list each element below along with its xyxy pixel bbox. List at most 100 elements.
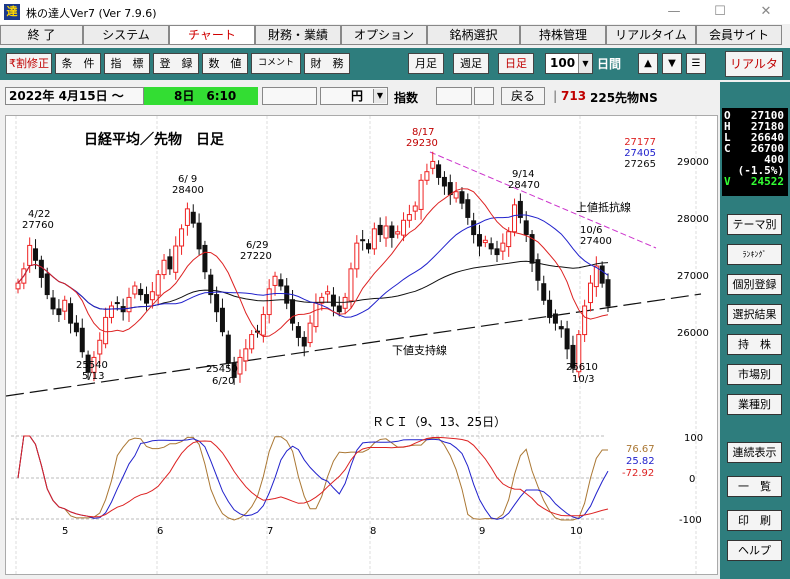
index-label: 指数 — [394, 91, 419, 105]
selection-results-button[interactable]: 選択結果 — [727, 304, 782, 325]
quote-panel: O 27100 H 27180 L 26640 C 26700 400 (-1.5%) … — [722, 108, 788, 196]
candle-body — [196, 222, 202, 250]
ranking-button[interactable]: ﾗﾝｷﾝｸﾞ — [727, 244, 782, 265]
days-value: 100 — [550, 56, 576, 70]
back-button[interactable]: 戻る — [501, 87, 545, 105]
chart-title: 日経平均／先物 日足 — [84, 131, 225, 148]
candle-body — [132, 285, 138, 295]
scroll-up-button[interactable]: ▲ — [638, 53, 658, 74]
minimize-button[interactable]: — — [651, 2, 697, 22]
candle-body — [348, 268, 354, 302]
annot-price-27400: 27400 — [580, 236, 612, 247]
candle-body — [15, 282, 21, 290]
indicator-button[interactable]: 指 標 — [104, 53, 150, 74]
candle-body — [249, 334, 255, 350]
candle-body — [360, 239, 366, 242]
print-button[interactable]: 印 刷 — [727, 510, 782, 531]
candle-body — [144, 294, 150, 304]
candle-body — [383, 225, 389, 239]
menu-options[interactable]: オプション — [341, 25, 427, 45]
candle-body — [202, 244, 208, 273]
theme-button[interactable]: テーマ別 — [727, 214, 782, 235]
candle-body — [476, 234, 482, 247]
values-button[interactable]: 数 値 — [202, 53, 248, 74]
menu-system[interactable]: システム — [83, 25, 169, 45]
menu-realtime[interactable]: リアルタイム — [606, 25, 696, 45]
candle-body — [33, 248, 39, 261]
finance-button[interactable]: 財 務 — [304, 53, 350, 74]
help-button[interactable]: ヘルプ — [727, 540, 782, 561]
info-bar: 2022年 4月15日 ～ 8日 6:10 円 ▼ 指数 戻る | 713 22… — [0, 82, 720, 108]
candle-body — [401, 219, 407, 236]
close-button[interactable]: ✕ — [743, 2, 789, 22]
candle-body — [190, 211, 196, 224]
ma-value-mid: 27405 — [624, 148, 656, 159]
candle-body — [354, 242, 360, 270]
annot-date-106: 10/6 — [580, 225, 602, 236]
ma-value-long: 27265 — [624, 159, 656, 170]
ma-value-short: 27177 — [624, 137, 656, 148]
candle-body — [541, 283, 547, 301]
split-adjust-button[interactable]: ₹割修正 — [6, 53, 52, 74]
candle-body — [500, 242, 506, 252]
list-button[interactable]: 一 覧 — [727, 476, 782, 497]
scroll-down-button[interactable]: ▼ — [662, 53, 682, 74]
candle-body — [371, 228, 377, 250]
candle-body — [284, 285, 290, 304]
currency-select[interactable]: 円 ▼ — [320, 87, 388, 105]
blank-field-3 — [474, 87, 494, 105]
candle-body — [430, 160, 436, 169]
candle-body — [336, 305, 342, 313]
menu-member-site[interactable]: 会員サイト — [696, 25, 782, 45]
candle-body — [447, 182, 453, 196]
annot-date-620: 6/20 — [212, 376, 234, 387]
candle-body — [50, 297, 56, 310]
candle-body — [582, 305, 588, 336]
weekly-button[interactable]: 週足 — [453, 53, 489, 74]
individual-register-button[interactable]: 個別登録 — [727, 274, 782, 295]
candle-body — [79, 327, 85, 353]
menu-exit[interactable]: 終 了 — [0, 25, 83, 45]
menu-list-button[interactable]: ☰ — [686, 53, 706, 74]
candle-body — [307, 322, 313, 344]
candle-body — [161, 259, 167, 276]
menu-financials[interactable]: 財務・業績 — [255, 25, 341, 45]
candle-body — [313, 302, 319, 328]
candle-body — [342, 296, 348, 309]
menu-holdings[interactable]: 持株管理 — [520, 25, 606, 45]
daily-button[interactable]: 日足 — [498, 53, 534, 74]
condition-button[interactable]: 条 件 — [55, 53, 101, 74]
candle-body — [179, 228, 185, 247]
realtime-button[interactable]: リアルタイム — [725, 51, 783, 95]
candle-body — [97, 339, 103, 355]
menu-chart[interactable]: チャート — [169, 25, 255, 45]
register-button[interactable]: 登 録 — [153, 53, 199, 74]
annot-date-513: 5/13 — [82, 371, 104, 382]
annot-price-28470: 28470 — [508, 180, 540, 191]
elapsed-time-indicator: 8日 6:10 — [144, 87, 258, 105]
candle-body — [512, 204, 518, 233]
maximize-button[interactable]: ☐ — [697, 2, 743, 22]
start-date-field[interactable]: 2022年 4月15日 ～ — [5, 87, 144, 105]
by-market-button[interactable]: 市場別 — [727, 364, 782, 385]
y-tick-29000: 29000 — [677, 157, 709, 168]
title-bar: 達 株の達人Ver7 (Ver 7.9.6) — ☐ ✕ — [0, 0, 790, 24]
candle-body — [290, 299, 296, 324]
candle-body — [564, 328, 570, 350]
holdings-button[interactable]: 持 株 — [727, 334, 782, 355]
continuous-display-button[interactable]: 連続表示 — [727, 442, 782, 463]
days-select[interactable]: 100 ▼ — [545, 53, 593, 74]
candle-body — [488, 243, 494, 250]
by-sector-button[interactable]: 業種別 — [727, 394, 782, 415]
y-tick-27000: 27000 — [677, 271, 709, 282]
x-tick-8: 8 — [370, 526, 376, 537]
candle-body — [593, 265, 599, 288]
monthly-button[interactable]: 月足 — [408, 53, 444, 74]
blank-field-2 — [436, 87, 472, 105]
menu-stock-select[interactable]: 銘柄選択 — [427, 25, 520, 45]
comment-button[interactable]: コメント — [251, 53, 301, 74]
candle-body — [295, 326, 301, 338]
annot-price-29230: 29230 — [406, 138, 438, 149]
candle-body — [243, 348, 249, 362]
chart-area[interactable]: 日経平均／先物 日足 27177 27405 27265 29000 28000… — [5, 115, 718, 575]
